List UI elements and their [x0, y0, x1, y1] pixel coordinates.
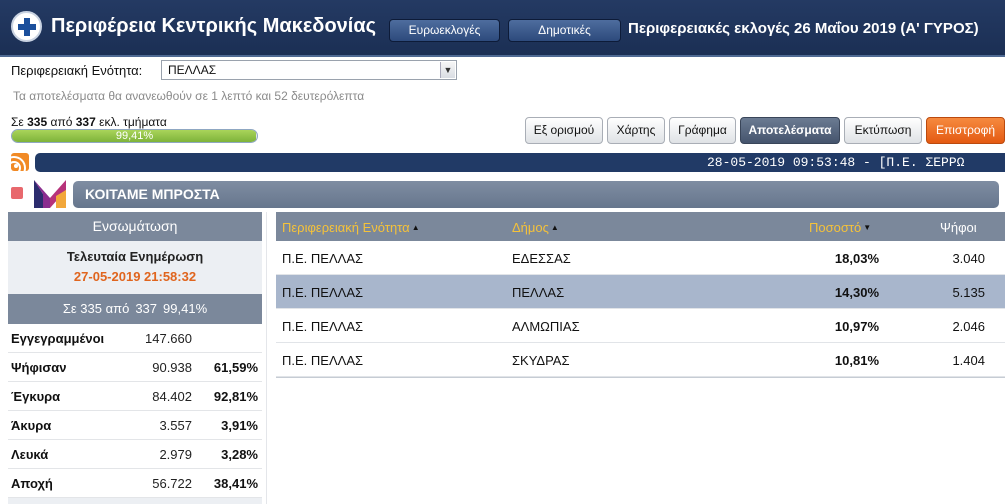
- rss-feed-icon[interactable]: [11, 153, 29, 171]
- table-row-selected[interactable]: Π.Ε. ΠΕΛΛΑΣ ΠΕΛΛΑΣ 14,30% 5.135: [276, 275, 1005, 309]
- column-divider: [266, 212, 267, 504]
- chevron-down-icon[interactable]: ▼: [440, 62, 455, 78]
- election-subtitle: Περιφερειακές εκλογές 26 Μαΐου 2019 (Α' …: [628, 20, 979, 37]
- top-header: Περιφέρεια Κεντρικής Μακεδονίας Ευρωεκλο…: [0, 0, 1005, 57]
- col-header-percent[interactable]: Ποσοστό ▼: [809, 220, 871, 235]
- party-logo-icon: [34, 180, 66, 208]
- integration-panel: Ενσωμάτωση Τελευταία Ενημέρωση 27-05-201…: [8, 212, 262, 504]
- party-name: ΚΟΙΤΑΜΕ ΜΠΡΟΣΤΑ: [85, 186, 220, 202]
- sort-down-icon: ▼: [863, 223, 872, 232]
- results-table-header: Περιφερειακή Ενότητα ▲ Δήμος ▲ Ποσοστό ▼ Ψή…: [276, 212, 1005, 241]
- refresh-countdown-note: Τα αποτελέσματα θα ανανεωθούν σε 1 λεπτό…: [13, 89, 365, 103]
- region-unit-select[interactable]: ΠΕΛΛΑΣ ▼: [161, 60, 457, 80]
- party-color-swatch: [11, 187, 23, 199]
- table-row[interactable]: Π.Ε. ΠΕΛΛΑΣ ΑΛΜΩΠΙΑΣ 10,97% 2.046: [276, 309, 1005, 343]
- coat-of-arms-icon: [11, 11, 42, 42]
- last-update-time: 27-05-2019 21:58:32: [73, 269, 197, 284]
- sort-up-icon: ▲: [550, 223, 559, 232]
- stat-row-blank: Λευκά 2.979 3,28%: [8, 440, 262, 469]
- table-bottom-border: [276, 377, 1005, 378]
- municipal-elections-button[interactable]: Δημοτικές: [508, 19, 621, 42]
- table-row[interactable]: Π.Ε. ΠΕΛΛΑΣ ΣΚΥΔΡΑΣ 10,81% 1.404: [276, 343, 1005, 377]
- col-header-unit[interactable]: Περιφερειακή Ενότητα ▲: [282, 220, 420, 235]
- chart-button[interactable]: Γράφημα: [669, 117, 736, 144]
- stat-row-registered: Εγγεγραμμένοι 147.660: [8, 324, 262, 353]
- col-header-votes[interactable]: Ψήφοι: [940, 220, 977, 235]
- party-header-bar[interactable]: ΚΟΙΤΑΜΕ ΜΠΡΟΣΤΑ: [73, 181, 999, 208]
- results-button[interactable]: Αποτελέσματα: [740, 117, 840, 144]
- counting-progress-bar: 99,41%: [11, 129, 258, 143]
- sort-up-icon: ▲: [411, 223, 420, 232]
- last-update-label: Τελευταία Ενημέρωση: [66, 249, 204, 264]
- map-button[interactable]: Χάρτης: [607, 117, 665, 144]
- ticker-text: 28-05-2019 09:53:48 - [Π.Ε. ΣΕΡΡΩ: [707, 155, 965, 170]
- panel-count-prefix: Σε 335 από: [62, 301, 130, 316]
- table-row[interactable]: Π.Ε. ΠΕΛΛΑΣ ΕΔΕΣΣΑΣ 18,03% 3.040: [276, 241, 1005, 275]
- panel-count-total: 337: [135, 301, 158, 316]
- stat-row-voted: Ψήφισαν 90.938 61,59%: [8, 353, 262, 382]
- panel-count-percent: 99,41%: [163, 301, 208, 316]
- panel-title: Ενσωμάτωση: [8, 212, 262, 241]
- print-button[interactable]: Εκτύπωση: [844, 117, 922, 144]
- news-ticker: 28-05-2019 09:53:48 - [Π.Ε. ΣΕΡΡΩ: [35, 153, 1005, 172]
- back-button[interactable]: Επιστροφή: [926, 117, 1005, 144]
- euro-elections-button[interactable]: Ευρωεκλογές: [389, 19, 500, 42]
- stat-row-valid: Έγκυρα 84.402 92,81%: [8, 382, 262, 411]
- col-header-municipality[interactable]: Δήμος ▲: [512, 220, 559, 235]
- page-title: Περιφέρεια Κεντρικής Μακεδονίας: [51, 15, 377, 37]
- panel-count-bar: Σε 335 από 337 99,41%: [8, 294, 262, 324]
- stat-row-invalid: Άκυρα 3.557 3,91%: [8, 411, 262, 440]
- progress-label: 99,41%: [115, 130, 154, 142]
- region-unit-label: Περιφερειακή Ενότητα:: [11, 63, 143, 78]
- default-view-button[interactable]: Εξ ορισμού: [525, 117, 603, 144]
- region-unit-selected-value: ΠΕΛΛΑΣ: [168, 63, 217, 77]
- stat-row-abstention: Αποχή 56.722 38,41%: [8, 469, 262, 498]
- counted-sections-text: Σε 335 από 337 εκλ. τμήματα: [11, 115, 167, 129]
